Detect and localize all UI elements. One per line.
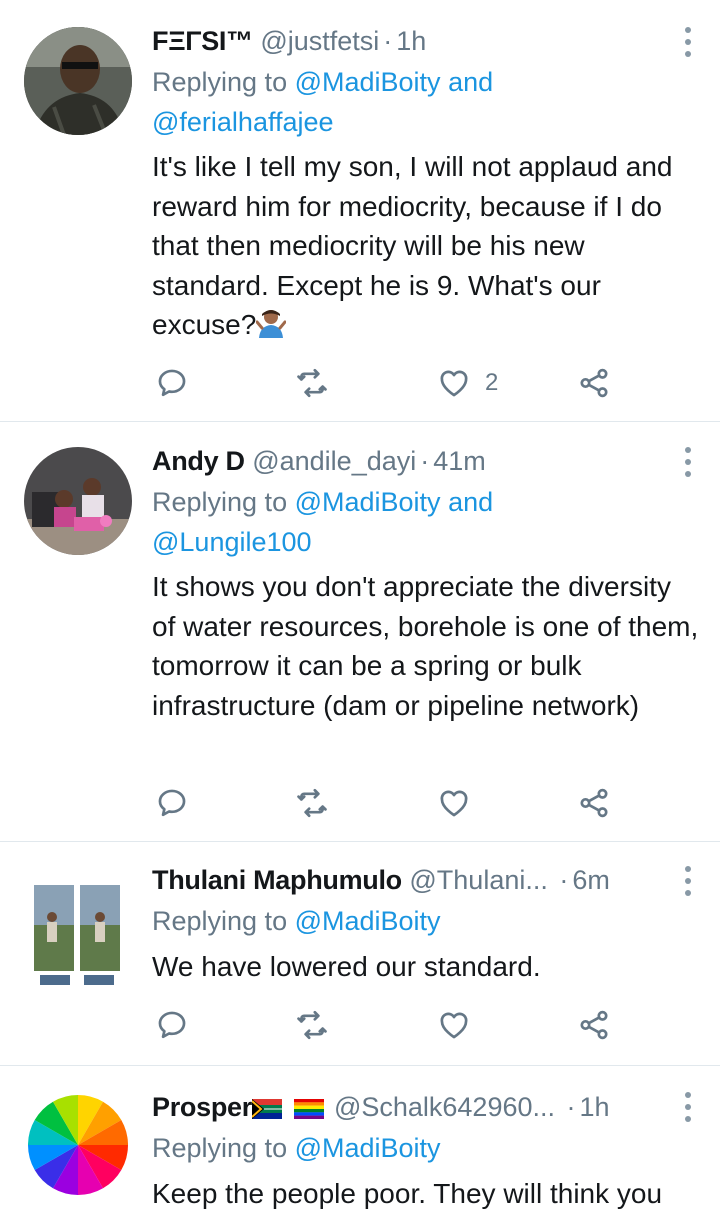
replying-to: Replying to @MadiBoity	[152, 902, 682, 942]
replying-to: Replying to @MadiBoity and @Lungile100	[152, 483, 682, 562]
handle[interactable]: @Schalk642960...	[334, 1092, 555, 1122]
like-button[interactable]	[437, 1007, 471, 1043]
avatar[interactable]	[24, 447, 132, 555]
tweet-text: We have lowered our standard.	[152, 951, 541, 982]
mention-link[interactable]: @Lungile100	[152, 527, 312, 557]
replying-to: Replying to @MadiBoity	[152, 1129, 682, 1169]
more-icon[interactable]	[678, 447, 698, 477]
handle[interactable]: @justfetsi	[260, 26, 379, 56]
timestamp[interactable]: 1h	[580, 1092, 610, 1122]
tweet-actions	[155, 785, 625, 821]
tweet-1[interactable]: FΞΓSI™ @justfetsi · 1h Replying to @MadiBo…	[0, 0, 720, 422]
avatar[interactable]	[24, 1091, 132, 1199]
display-name[interactable]: Andy D	[152, 446, 245, 476]
share-icon	[580, 368, 608, 398]
avatar[interactable]	[24, 27, 132, 135]
retweet-icon	[297, 788, 327, 818]
mention-link[interactable]: @ferialhaffajee	[152, 107, 334, 137]
mention-link[interactable]: @MadiBoity	[295, 487, 441, 517]
replying-and: and	[440, 67, 494, 97]
replying-label: Replying to	[152, 67, 295, 97]
share-icon	[580, 1010, 608, 1040]
retweet-button[interactable]	[295, 365, 329, 401]
tweet-text: It's like I tell my son, I will not appl…	[152, 151, 673, 340]
person-shrugging-emoji	[255, 308, 287, 338]
like-count: 2	[485, 369, 499, 396]
display-name[interactable]: Prosper	[152, 1092, 252, 1122]
rainbow-flag	[293, 1093, 324, 1127]
replying-to: Replying to @MadiBoity and @ferialhaffaj…	[152, 63, 682, 142]
mention-link[interactable]: @MadiBoity	[295, 906, 441, 936]
tweet-actions: 2	[155, 365, 625, 401]
reply-button[interactable]	[155, 1007, 189, 1043]
tweet-3[interactable]: Thulani Maphumulo @Thulani... · 6m Replyi…	[0, 841, 720, 1066]
more-icon[interactable]	[678, 27, 698, 57]
more-icon[interactable]	[678, 866, 698, 896]
tweet-text-block: It's like I tell my son, I will not appl…	[152, 147, 702, 345]
replying-label: Replying to	[152, 487, 295, 517]
separator-dot: ·	[551, 865, 569, 895]
reply-button[interactable]	[155, 785, 189, 821]
timestamp[interactable]: 1h	[396, 26, 426, 56]
reply-icon	[158, 369, 186, 397]
mention-link[interactable]: @MadiBoity	[295, 67, 441, 97]
timestamp[interactable]: 6m	[572, 865, 610, 895]
retweet-button[interactable]	[295, 785, 329, 821]
tweet-header: FΞΓSI™ @justfetsi · 1h	[152, 24, 664, 58]
tweet-text: Keep the people poor. They will think yo…	[152, 1178, 663, 1209]
avatar[interactable]	[24, 885, 132, 993]
tweet-2[interactable]: Andy D @andile_dayi · 41m Replying to @Mad…	[0, 421, 720, 842]
tweet-header: Prosper @Schalk642960... · 1h	[152, 1090, 664, 1127]
reply-button[interactable]	[155, 365, 189, 401]
tweet-header: Andy D @andile_dayi · 41m	[152, 444, 664, 478]
timestamp[interactable]: 41m	[433, 446, 486, 476]
tweet-4[interactable]: Prosper @Schalk642960... · 1h Replying to…	[0, 1065, 720, 1227]
mention-link[interactable]: @MadiBoity	[295, 1133, 441, 1163]
like-button[interactable]: 2	[437, 365, 498, 401]
reply-icon	[158, 789, 186, 817]
reply-icon	[158, 1011, 186, 1039]
display-name[interactable]: FΞΓSI™	[152, 26, 253, 56]
retweet-button[interactable]	[295, 1007, 329, 1043]
tweet-header: Thulani Maphumulo @Thulani... · 6m	[152, 863, 664, 897]
replying-and: and	[440, 487, 494, 517]
share-icon	[580, 788, 608, 818]
replying-label: Replying to	[152, 906, 295, 936]
like-icon	[440, 790, 468, 817]
handle[interactable]: @andile_dayi	[252, 446, 416, 476]
separator-dot: ·	[559, 1092, 576, 1122]
retweet-icon	[297, 1010, 327, 1040]
tweet-text: It shows you don't appreciate the divers…	[152, 571, 699, 721]
more-icon[interactable]	[678, 1092, 698, 1122]
share-button[interactable]	[577, 365, 611, 401]
tweet-actions	[155, 1007, 625, 1043]
south-africa-flag	[251, 1093, 282, 1127]
display-name[interactable]: Thulani Maphumulo	[152, 865, 402, 895]
like-icon	[440, 1012, 468, 1039]
handle[interactable]: @Thulani...	[409, 865, 547, 895]
separator-dot: ·	[383, 26, 393, 56]
share-button[interactable]	[577, 1007, 611, 1043]
like-icon	[440, 370, 468, 397]
separator-dot: ·	[420, 446, 430, 476]
retweet-icon	[297, 368, 327, 398]
like-button[interactable]	[437, 785, 471, 821]
share-button[interactable]	[577, 785, 611, 821]
replying-label: Replying to	[152, 1133, 295, 1163]
